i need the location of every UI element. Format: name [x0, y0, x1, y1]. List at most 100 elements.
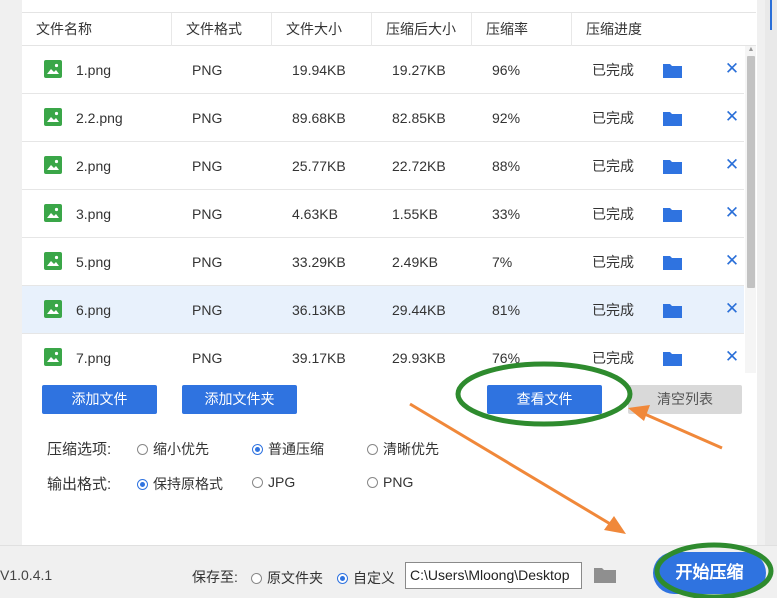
file-format: PNG [192, 206, 223, 222]
radio-label: 保持原格式 [153, 476, 223, 492]
radio-label: JPG [268, 474, 296, 490]
window-edge [765, 0, 777, 545]
table-row[interactable]: 3.png PNG 4.63KB 1.55KB 33% 已完成 ✕ [22, 190, 744, 238]
remove-row-icon[interactable]: ✕ [722, 190, 742, 238]
file-size: 33.29KB [292, 254, 346, 270]
header-compressed-size: 压缩后大小 [372, 13, 472, 46]
compress-option-label: 压缩选项: [47, 441, 112, 458]
status-text: 已完成 [592, 350, 634, 366]
table-row[interactable]: 2.2.png PNG 89.68KB 82.85KB 92% 已完成 ✕ [22, 94, 744, 142]
compression-rate: 96% [492, 62, 521, 78]
radio-indicator[interactable] [337, 572, 348, 584]
clear-list-button[interactable]: 清空列表 [628, 385, 742, 414]
header-file-size: 文件大小 [272, 13, 372, 46]
table-row[interactable]: 5.png PNG 33.29KB 2.49KB 7% 已完成 ✕ [22, 238, 744, 286]
radio-indicator[interactable] [252, 476, 263, 488]
compression-rate: 92% [492, 110, 521, 126]
radio-label: 原文件夹 [267, 570, 323, 586]
open-folder-icon[interactable] [663, 159, 682, 174]
remove-row-icon[interactable]: ✕ [722, 286, 742, 334]
output-radio-2[interactable]: PNG [367, 474, 413, 490]
compressed-size: 29.44KB [392, 302, 446, 318]
radio-label: PNG [383, 474, 414, 490]
file-name: 7.png [76, 350, 112, 366]
image-file-icon [44, 156, 62, 174]
remove-row-icon[interactable]: ✕ [722, 94, 742, 142]
open-folder-icon[interactable] [663, 207, 682, 222]
file-format: PNG [192, 158, 223, 174]
scroll-up-icon[interactable]: ▲ [747, 46, 755, 54]
table-row[interactable]: 7.png PNG 39.17KB 29.93KB 76% 已完成 ✕ [22, 334, 744, 373]
save-location-radio-0[interactable]: 原文件夹 [251, 568, 323, 588]
image-file-icon [44, 204, 62, 222]
file-name: 2.2.png [76, 110, 123, 126]
header-file-name: 文件名称 [22, 13, 172, 46]
view-files-button[interactable]: 查看文件 [487, 385, 602, 414]
file-name: 5.png [76, 254, 112, 270]
compressed-size: 19.27KB [392, 62, 446, 78]
output-radio-0[interactable]: 保持原格式 [137, 474, 223, 494]
start-compress-button[interactable]: 开始压缩 [653, 552, 766, 594]
status-text: 已完成 [592, 206, 634, 222]
radio-label: 自定义 [353, 570, 395, 586]
file-name: 2.png [76, 158, 112, 174]
remove-row-icon[interactable]: ✕ [722, 46, 742, 94]
open-folder-icon[interactable] [663, 351, 682, 366]
file-size: 4.63KB [292, 206, 338, 222]
status-text: 已完成 [592, 158, 634, 174]
open-folder-icon[interactable] [663, 303, 682, 318]
status-text: 已完成 [592, 62, 634, 78]
header-compression-rate: 压缩率 [472, 13, 572, 46]
browse-folder-icon[interactable] [593, 565, 617, 584]
file-format: PNG [192, 62, 223, 78]
table-row[interactable]: 2.png PNG 25.77KB 22.72KB 88% 已完成 ✕ [22, 142, 744, 190]
status-text: 已完成 [592, 110, 634, 126]
compressed-size: 22.72KB [392, 158, 446, 174]
open-folder-icon[interactable] [663, 111, 682, 126]
radio-indicator[interactable] [251, 572, 262, 584]
open-folder-icon[interactable] [663, 63, 682, 78]
compression-rate: 76% [492, 350, 521, 366]
remove-row-icon[interactable]: ✕ [722, 238, 742, 286]
file-format: PNG [192, 302, 223, 318]
radio-indicator[interactable] [137, 478, 148, 490]
list-scrollbar[interactable]: ▲ [745, 46, 756, 373]
radio-indicator[interactable] [137, 443, 148, 455]
image-file-icon [44, 300, 62, 318]
output-format-label: 输出格式: [47, 476, 112, 493]
output-path-input[interactable]: C:\Users\Mloong\Desktop [405, 562, 582, 589]
radio-indicator[interactable] [367, 443, 378, 455]
file-size: 25.77KB [292, 158, 346, 174]
image-file-icon [44, 108, 62, 126]
save-location-radio-1[interactable]: 自定义 [337, 568, 395, 588]
file-list: 1.png PNG 19.94KB 19.27KB 96% 已完成 ✕ 2.2.png PNG 8… [22, 46, 744, 373]
compress-radio-2[interactable]: 清晰优先 [367, 439, 439, 459]
file-size: 39.17KB [292, 350, 346, 366]
compression-rate: 33% [492, 206, 521, 222]
table-header: 文件名称 文件格式 文件大小 压缩后大小 压缩率 压缩进度 [22, 12, 756, 46]
compressed-size: 29.93KB [392, 350, 446, 366]
open-folder-icon[interactable] [663, 255, 682, 270]
output-radio-1[interactable]: JPG [252, 474, 295, 490]
radio-indicator[interactable] [367, 476, 378, 488]
compress-radio-0[interactable]: 缩小优先 [137, 439, 209, 459]
compression-rate: 88% [492, 158, 521, 174]
scrollbar-thumb[interactable] [747, 56, 755, 288]
table-row[interactable]: 1.png PNG 19.94KB 19.27KB 96% 已完成 ✕ [22, 46, 744, 94]
app-window: 文件名称 文件格式 文件大小 压缩后大小 压缩率 压缩进度 1.png PNG 19… [0, 0, 777, 598]
file-size: 19.94KB [292, 62, 346, 78]
add-file-button[interactable]: 添加文件 [42, 385, 157, 414]
remove-row-icon[interactable]: ✕ [722, 142, 742, 190]
file-size: 36.13KB [292, 302, 346, 318]
image-file-icon [44, 252, 62, 270]
image-file-icon [44, 60, 62, 78]
remove-row-icon[interactable]: ✕ [722, 334, 742, 373]
file-name: 1.png [76, 62, 112, 78]
add-folder-button[interactable]: 添加文件夹 [182, 385, 297, 414]
compressed-size: 82.85KB [392, 110, 446, 126]
table-row[interactable]: 6.png PNG 36.13KB 29.44KB 81% 已完成 ✕ [22, 286, 744, 334]
compressed-size: 2.49KB [392, 254, 438, 270]
compress-radio-1[interactable]: 普通压缩 [252, 439, 324, 459]
radio-indicator[interactable] [252, 443, 263, 455]
radio-label: 缩小优先 [153, 441, 209, 457]
